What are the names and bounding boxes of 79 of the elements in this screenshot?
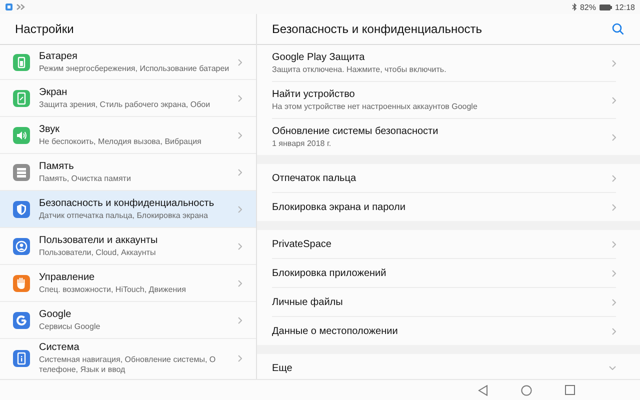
item-subtitle: На этом устройстве нет настроенных аккаунтов Google (272, 102, 478, 112)
item-title: Google Play Защита (272, 52, 366, 62)
item-subtitle: Датчик отпечатка пальца, Блокировка экрана (39, 210, 209, 220)
chevron-down-icon (609, 366, 616, 370)
item-title: Экран (39, 86, 68, 98)
chevron-icon (612, 240, 616, 248)
item-subtitle: Не беспокоить, Мелодия вызова, Вибрация (39, 136, 202, 146)
notification-icon (5, 3, 13, 11)
settings-item[interactable]: Батарея Режим энергосбережения, Использование батареи (0, 45, 256, 79)
item-title: Еще (272, 362, 294, 374)
chevron-icon (238, 280, 242, 286)
search-icon[interactable] (612, 23, 624, 35)
chevron-icon (612, 60, 616, 66)
back-button[interactable] (478, 384, 488, 396)
item-subtitle: Защита отключена. Нажмите, чтобы включить. (272, 64, 448, 74)
bluetooth-icon (572, 3, 577, 11)
settings-item[interactable]: Пользователи и аккаунты Пользователи, Cloud, Аккаунты (0, 227, 256, 264)
settings-item[interactable]: Безопасность и конфиденциальность Датчик отпечатка пальца, Блокировка экрана (0, 190, 256, 227)
item-title: Блокировка приложений (272, 268, 388, 278)
chevron-icon (238, 58, 242, 66)
item-title: Google (39, 308, 72, 320)
settings-item[interactable]: Отпечаток пальца (272, 164, 616, 192)
chevron-icon (612, 298, 616, 306)
chevron-icon (238, 316, 242, 324)
chevron-icon (238, 94, 242, 102)
settings-item[interactable]: Блокировка приложений (272, 258, 616, 287)
item-subtitle: Сервисы Google (39, 322, 102, 332)
settings-item[interactable]: Google Сервисы Google (0, 301, 256, 338)
item-title: Звук (39, 124, 61, 134)
settings-item[interactable]: Обновление системы безопасности 1 января 2018 г. (272, 118, 616, 155)
item-title: Отпечаток пальца (272, 172, 358, 184)
item-title: PrivateSpace (272, 238, 332, 250)
chevron-icon (612, 174, 616, 182)
item-title: Управление (39, 272, 96, 282)
item-subtitle: Пользователи, Cloud, Аккаунты (39, 248, 157, 258)
item-subtitle: Защита зрения, Стиль рабочего экрана, Обои (39, 100, 212, 110)
item-title: Батарея (39, 50, 78, 62)
battery-icon (598, 4, 612, 10)
item-subtitle: Спец. возможности, HiTouch, Движения (39, 284, 187, 294)
chevron-icon (238, 242, 242, 250)
recents-button[interactable] (565, 385, 575, 395)
settings-item[interactable]: Данные о местоположении (272, 316, 616, 345)
chevron-icon (612, 204, 616, 210)
settings-item[interactable]: Найти устройство На этом устройстве нет настроенных аккаунтов Google (272, 81, 616, 118)
chevron-icon (612, 96, 616, 104)
settings-item[interactable]: Система Системная навигация, Обновление системы, О телефоне, Язык и ввод (0, 338, 256, 378)
battery-percent: 82% (580, 2, 596, 12)
sidebar-title: Настройки (15, 22, 74, 36)
item-subtitle: Память, Очистка памяти (39, 174, 132, 184)
item-title: Система (39, 342, 80, 353)
settings-item[interactable]: Google Play Защита Защита отключена. Нажмите, чтобы включить. (272, 45, 616, 81)
item-subtitle: Режим энергосбережения, Использование батареи (39, 64, 230, 74)
item-subtitle: Системная навигация, Обновление системы, О телефоне, Язык и ввод (39, 355, 217, 375)
chevron-icon (612, 270, 616, 276)
chevron-icon (612, 328, 616, 334)
chevron-icon (238, 206, 242, 212)
item-title: Блокировка экрана и пароли (272, 202, 406, 212)
item-title: Данные о местоположении (272, 326, 399, 336)
clock-time: 12:18 (614, 2, 635, 12)
item-subtitle: 1 января 2018 г. (272, 138, 332, 148)
item-title: Память (39, 160, 75, 172)
chevron-icon (612, 134, 616, 140)
notification-icon (16, 4, 25, 10)
settings-item[interactable]: Звук Не беспокоить, Мелодия вызова, Вибрация (0, 116, 256, 153)
item-title: Найти устройство (272, 88, 356, 100)
chevron-icon (238, 355, 242, 362)
chevron-icon (238, 168, 242, 176)
settings-item[interactable]: Управление Спец. возможности, HiTouch, Движения (0, 264, 256, 301)
settings-item[interactable]: Личные файлы (272, 287, 616, 316)
item-title: Личные файлы (272, 296, 344, 308)
home-button[interactable] (521, 384, 532, 396)
chevron-icon (238, 132, 242, 138)
settings-item[interactable]: Экран Защита зрения, Стиль рабочего экрана, Обои (0, 79, 256, 116)
settings-item[interactable]: Блокировка экрана и пароли (272, 192, 616, 221)
item-title: Безопасность и конфиденциальность (39, 198, 216, 208)
page-title: Безопасность и конфиденциальность (272, 22, 482, 36)
item-title: Пользователи и аккаунты (39, 234, 159, 246)
settings-item[interactable]: PrivateSpace (272, 230, 616, 258)
item-title: Обновление системы безопасности (272, 126, 440, 136)
